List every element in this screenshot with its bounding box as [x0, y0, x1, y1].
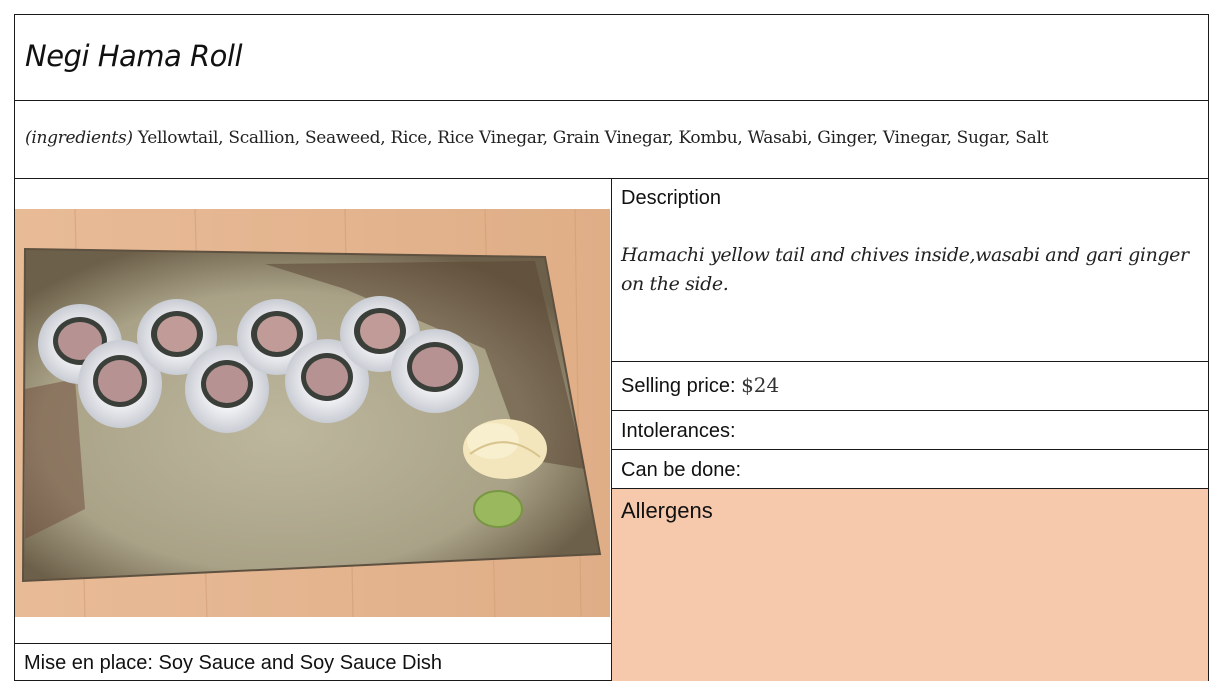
allergens-cell: Allergens	[612, 489, 1208, 681]
price-value: $24	[741, 373, 780, 397]
wasabi	[473, 490, 523, 528]
sushi-piece	[391, 329, 479, 413]
price-line: Selling price: $24	[621, 373, 779, 398]
description-label: Description	[621, 187, 722, 209]
allergens-label: Allergens	[621, 498, 713, 523]
intolerances-label: Intolerances:	[621, 420, 736, 442]
photo-column: Mise en place: Soy Sauce and Soy Sauce D…	[15, 179, 612, 681]
price-label: Selling price:	[621, 375, 736, 397]
dish-title: Negi Hama Roll	[25, 39, 243, 73]
details-column: Description Hamachi yellow tail and chiv…	[612, 179, 1208, 681]
description-text: Hamachi yellow tail and chives inside,wa…	[621, 244, 1189, 295]
ingredients-row: (ingredients) Yellowtail, Scallion, Seaw…	[15, 101, 1208, 179]
ingredients-list: Yellowtail, Scallion, Seaweed, Rice, Ric…	[137, 128, 1049, 148]
price-cell: Selling price: $24	[612, 362, 1208, 411]
pickled-ginger	[463, 419, 547, 479]
mise-en-place-row: Mise en place: Soy Sauce and Soy Sauce D…	[15, 643, 611, 681]
intolerances-line: Intolerances:	[621, 420, 736, 443]
intolerances-cell: Intolerances:	[612, 411, 1208, 450]
dish-photo	[15, 209, 610, 617]
mise-en-place-text: Mise en place: Soy Sauce and Soy Sauce D…	[24, 652, 443, 674]
ingredients-text: (ingredients) Yellowtail, Scallion, Seaw…	[25, 128, 1048, 148]
ingredients-label: (ingredients)	[25, 128, 133, 148]
can-be-done-cell: Can be done:	[612, 450, 1208, 489]
can-be-done-label: Can be done:	[621, 459, 742, 481]
title-row: Negi Hama Roll	[15, 15, 1208, 101]
can-be-done-line: Can be done:	[621, 459, 741, 482]
recipe-card: Negi Hama Roll (ingredients) Yellowtail,…	[14, 14, 1209, 681]
description-cell: Description Hamachi yellow tail and chiv…	[612, 179, 1208, 362]
sushi-plate-illustration	[15, 209, 610, 617]
